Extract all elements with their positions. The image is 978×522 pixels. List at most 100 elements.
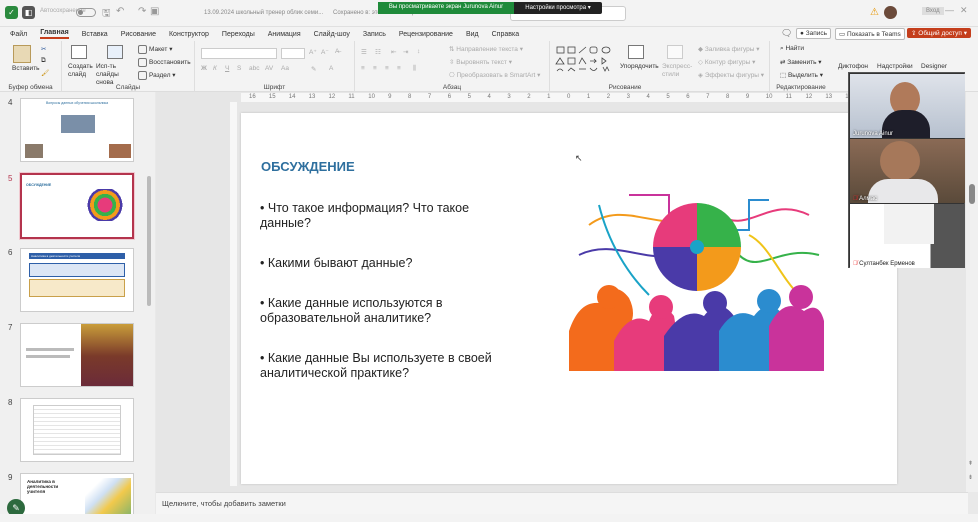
new-slide-button[interactable]: Создать слайд (68, 63, 94, 79)
participant-tile[interactable]: 🎙̸ Алмас (850, 139, 965, 203)
justify-icon[interactable]: ≡ (397, 65, 401, 72)
save-icon[interactable]: 🖫 (102, 6, 111, 23)
arrange-button[interactable]: Упорядочить (620, 63, 659, 70)
new-slide-icon[interactable] (71, 45, 87, 59)
reset-button[interactable]: Восстановить (138, 58, 191, 67)
paste-button[interactable]: Вставить (12, 65, 40, 72)
quick-styles-button[interactable]: Экспресс-стили (662, 63, 692, 79)
tab-insert[interactable]: Вставка (82, 31, 108, 38)
tab-transitions[interactable]: Переходы (222, 31, 255, 38)
next-slide-icon[interactable]: ⇟ (968, 474, 973, 481)
underline-icon[interactable]: Ч (225, 65, 229, 72)
participant-tile[interactable]: Jurunova Ainur (850, 74, 965, 138)
tab-file[interactable]: Файл (10, 31, 27, 38)
tab-review[interactable]: Рецензирование (399, 31, 453, 38)
tab-animations[interactable]: Анимация (268, 31, 301, 38)
comment-icon[interactable]: 🗨 (781, 28, 792, 39)
shape-effects-button[interactable]: ◈ Эффекты фигуры ▾ (698, 71, 764, 79)
align-center-icon[interactable]: ≡ (373, 65, 377, 72)
bullets-icon[interactable]: ☰ (361, 48, 367, 56)
select-button[interactable]: ⬚ Выделить ▾ (780, 71, 823, 79)
numbering-icon[interactable]: ☷ (375, 48, 381, 56)
font-size-input[interactable] (281, 48, 305, 59)
layout-button[interactable]: Макет ▾ (138, 45, 172, 54)
slide-thumbnail-7[interactable] (20, 323, 134, 387)
find-button[interactable]: ⌕ Найти (780, 45, 804, 53)
columns-icon[interactable]: ⫼ (413, 65, 416, 73)
indent-less-icon[interactable]: ⇤ (391, 48, 396, 56)
case-icon[interactable]: Aa (281, 65, 289, 72)
present-icon[interactable]: ▣ (150, 6, 159, 17)
align-right-icon[interactable]: ≡ (385, 65, 389, 72)
text-direction-button[interactable]: ⇅ Направление текста ▾ (449, 45, 523, 53)
participant-tile[interactable]: 🎙̸ Султанбек Ерменов (850, 204, 965, 268)
smartart-button[interactable]: ⎔ Преобразовать в SmartArt ▾ (449, 71, 540, 79)
slide-thumbnail-6[interactable]: Аналитика в деятельности учителя (20, 248, 134, 312)
tab-view[interactable]: Вид (466, 31, 479, 38)
prev-slide-icon[interactable]: ⇞ (968, 460, 973, 467)
shape-fill-button[interactable]: ◆ Заливка фигуры ▾ (698, 45, 760, 53)
align-text-button[interactable]: ⇳ Выровнять текст ▾ (449, 58, 512, 66)
font-color-icon[interactable]: A (329, 65, 333, 72)
sign-in-button[interactable]: Вход (922, 7, 944, 15)
shapes-gallery[interactable] (555, 45, 617, 79)
paste-icon[interactable] (13, 45, 31, 63)
slide-thumbnail-4[interactable]: Вопросы данных обучения школьника (20, 98, 134, 162)
font-shrink-icon[interactable]: A⁻ (321, 48, 329, 56)
avatar[interactable] (884, 6, 897, 19)
share-button[interactable]: ⇪ Общий доступ ▾ (907, 28, 972, 38)
tab-home[interactable]: Главная (40, 29, 69, 39)
font-name-input[interactable] (201, 48, 277, 59)
shadow-icon[interactable]: S (237, 65, 241, 72)
redo-icon[interactable]: ↷ (138, 6, 146, 17)
font-grow-icon[interactable]: A⁺ (309, 48, 317, 56)
bullet-4[interactable]: • Какие данные Вы используете в своей ан… (260, 351, 505, 380)
slide-thumbnail-9[interactable]: Аналитика в деятельности учителя (20, 473, 134, 519)
tab-record[interactable]: Запись (363, 31, 386, 38)
shape-outline-button[interactable]: ◇ Контур фигуры ▾ (698, 58, 755, 66)
italic-icon[interactable]: К (213, 65, 217, 72)
cut-icon[interactable]: ✂ (41, 45, 46, 53)
section-button[interactable]: Раздел ▾ (138, 71, 176, 80)
strike-icon[interactable]: abc (249, 65, 259, 72)
line-spacing-icon[interactable]: ↕ (417, 48, 420, 55)
slide-thumbnail-8[interactable] (20, 398, 134, 462)
close-icon[interactable]: ✕ (960, 5, 968, 16)
slide-thumbnail-5[interactable]: ОБСУЖДЕНИЕ (19, 172, 135, 240)
bullet-1[interactable]: • Что такое информация? Что такое данные… (260, 201, 505, 230)
quick-styles-icon[interactable] (667, 45, 683, 59)
tab-slideshow[interactable]: Слайд-шоу (314, 31, 350, 38)
bold-icon[interactable]: Ж (201, 65, 207, 72)
clear-format-icon[interactable]: A̶ (335, 48, 339, 55)
dictate-button[interactable]: Диктофон (838, 63, 868, 70)
shield-icon[interactable]: ✓ (5, 6, 18, 19)
slide-title[interactable]: ОБСУЖДЕНИЕ (261, 159, 355, 174)
addins-button[interactable]: Надстройки (877, 63, 913, 70)
reuse-slides-icon[interactable] (107, 45, 123, 59)
scroll-thumb[interactable] (969, 184, 975, 204)
minimize-icon[interactable]: — (945, 5, 954, 15)
align-left-icon[interactable]: ≡ (361, 65, 365, 72)
replace-button[interactable]: ⇄ Заменить ▾ (780, 58, 822, 66)
highlight-icon[interactable]: ✎ (311, 65, 316, 73)
tab-design[interactable]: Конструктор (169, 31, 209, 38)
designer-button[interactable]: Designer (921, 63, 947, 70)
autosave-toggle[interactable] (76, 8, 96, 17)
format-painter-icon[interactable]: 🖌 (41, 69, 49, 77)
indent-more-icon[interactable]: ⇥ (403, 48, 408, 56)
slide[interactable]: ОБСУЖДЕНИЕ • Что такое информация? Что т… (241, 113, 897, 484)
vertical-scrollbar[interactable]: ⇞ ⇟ (966, 92, 978, 492)
warning-icon[interactable]: ⚠ (870, 7, 879, 18)
tab-draw[interactable]: Рисование (121, 31, 156, 38)
record-button[interactable]: ● Запись (796, 28, 832, 39)
undo-icon[interactable]: ↶ (116, 6, 124, 17)
copy-icon[interactable]: ⧉ (41, 57, 46, 65)
doc-title[interactable]: 13.09.2024 школьный тренер облик семи... (204, 10, 323, 16)
notes-pane[interactable]: Щелкните, чтобы добавить заметки (156, 492, 968, 514)
tab-help[interactable]: Справка (492, 31, 519, 38)
thumbs-scrollbar[interactable] (147, 176, 151, 306)
app-icon[interactable]: ◧ (22, 6, 35, 19)
bullet-3[interactable]: • Какие данные используются в образовате… (260, 296, 505, 325)
bullet-2[interactable]: • Какими бывают данные? (260, 256, 505, 271)
view-settings-button[interactable]: Настройки просмотра ▾ (514, 2, 602, 14)
